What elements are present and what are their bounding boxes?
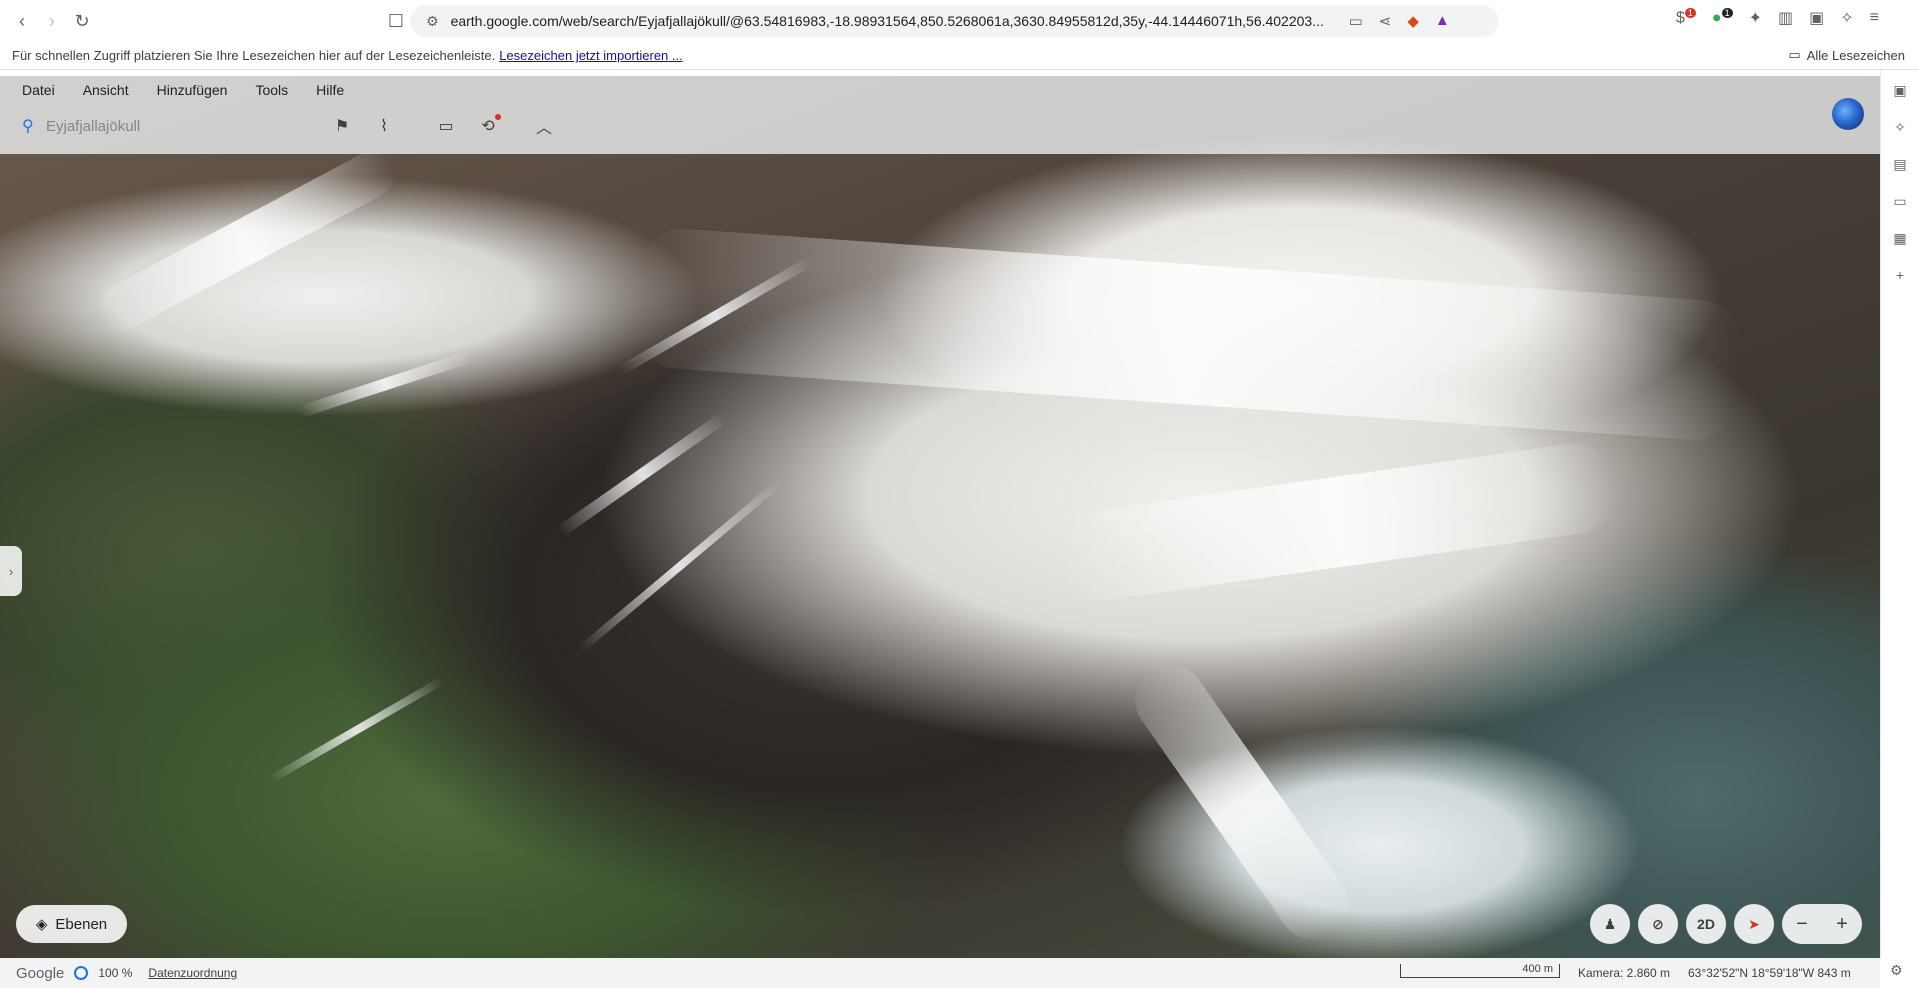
- layers-button[interactable]: ◈ Ebenen: [16, 905, 127, 943]
- zoom-control: − +: [1782, 904, 1862, 944]
- rewards-icon[interactable]: ▲: [1435, 12, 1450, 30]
- extension-tray: $1 ● 1 ✦ ▥ ▣ ✧ ≡: [1676, 8, 1879, 28]
- brave-shield-icon[interactable]: ◆: [1407, 12, 1419, 30]
- bookmarks-hint: Für schnellen Zugriff platzieren Sie Ihr…: [12, 48, 496, 63]
- pegman-icon[interactable]: ♟: [1590, 904, 1630, 944]
- menu-ansicht[interactable]: Ansicht: [83, 82, 129, 98]
- import-bookmarks-link[interactable]: Lesezeichen jetzt importieren ...: [499, 48, 683, 63]
- google-logo: Google: [16, 964, 65, 982]
- location-off-icon[interactable]: ⊘: [1638, 904, 1678, 944]
- reading-list-icon[interactable]: ▦: [1893, 230, 1906, 247]
- menu-datei[interactable]: Datei: [22, 82, 55, 98]
- browser-toolbar: ‹ › ↻ ☐ ⚙ earth.google.com/web/search/Ey…: [0, 0, 1919, 42]
- globe-icon[interactable]: [1832, 98, 1864, 130]
- folder-icon: ▭: [1788, 47, 1801, 62]
- snow-streak: [577, 479, 782, 654]
- chevron-up-icon[interactable]: ︿: [534, 116, 554, 137]
- forward-icon[interactable]: ›: [38, 7, 66, 35]
- bookmarks-bar: Für schnellen Zugriff platzieren Sie Ihr…: [0, 42, 1919, 70]
- snow-streak: [556, 412, 728, 537]
- extension-badge-1[interactable]: $1: [1676, 8, 1696, 27]
- load-percent: 100 %: [98, 966, 133, 980]
- url-text[interactable]: earth.google.com/web/search/Eyjafjallajö…: [451, 13, 1331, 29]
- search-row: ⚲ ⚑ ⌇ ▭ ⟲ ︿: [22, 112, 1462, 140]
- path-icon[interactable]: ⌇: [374, 116, 394, 136]
- layers-label: Ebenen: [55, 915, 108, 933]
- snow-streak: [1121, 650, 1363, 954]
- scale-label: 400 m: [1522, 963, 1553, 975]
- leo-icon[interactable]: ✧: [1894, 119, 1906, 136]
- all-bookmarks-label: Alle Lesezeichen: [1806, 47, 1905, 63]
- browser-side-panel: ▣ ✧ ▤ ▭ ▦ +: [1880, 70, 1919, 958]
- notification-dot: [495, 114, 501, 120]
- snow-streak: [635, 226, 1743, 443]
- ruler-icon[interactable]: ▭: [436, 116, 456, 136]
- scale-bar: 400 m: [1400, 964, 1560, 978]
- camera-altitude: Kamera: 2.860 m: [1578, 966, 1671, 980]
- settings-icon[interactable]: ⚙: [1890, 962, 1903, 979]
- search-icon[interactable]: ⚲: [22, 116, 46, 136]
- cast-icon[interactable]: ▭: [1349, 12, 1363, 30]
- all-bookmarks-button[interactable]: ▭ Alle Lesezeichen: [1788, 47, 1905, 63]
- menu-hilfe[interactable]: Hilfe: [316, 82, 344, 98]
- bookmarks-icon[interactable]: ▤: [1893, 156, 1906, 173]
- status-bar: Google 100 % Datenzuordnung 400 m Kamera…: [0, 958, 1880, 988]
- badge-count: 1: [1684, 8, 1696, 19]
- loading-icon: [74, 966, 89, 980]
- data-attribution-link[interactable]: Datenzuordnung: [148, 966, 237, 980]
- site-info-icon[interactable]: ⚙: [426, 13, 439, 30]
- compass-icon[interactable]: ➤: [1734, 904, 1774, 944]
- snow-streak: [298, 350, 474, 418]
- wallet-icon[interactable]: ▣: [1893, 82, 1906, 99]
- chevron-right-icon[interactable]: ›: [0, 546, 22, 596]
- earth-menu-bar: Datei Ansicht Hinzufügen Tools Hilfe: [22, 82, 344, 98]
- bookmark-star-icon[interactable]: ☐: [382, 7, 410, 35]
- badge-count: 1: [1721, 8, 1733, 19]
- map-controls: ♟ ⊘ 2D ➤ − +: [1590, 904, 1862, 944]
- share-icon[interactable]: ⋖: [1379, 12, 1392, 30]
- reload-icon[interactable]: ↻: [68, 7, 96, 35]
- menu-icon[interactable]: ≡: [1870, 9, 1879, 27]
- media-icon[interactable]: ▭: [1893, 193, 1906, 210]
- extension-badge-2[interactable]: ● 1: [1712, 8, 1733, 27]
- snow-streak: [89, 143, 403, 340]
- layers-icon: ◈: [35, 916, 48, 933]
- snow-streak: [1053, 438, 1621, 606]
- search-input[interactable]: [46, 117, 316, 135]
- toggle-2d-button[interactable]: 2D: [1686, 904, 1726, 944]
- leo-icon[interactable]: ✧: [1840, 8, 1853, 28]
- sidebar-icon[interactable]: ▥: [1778, 8, 1793, 28]
- earth-tools: ⚑ ⌇ ▭ ⟲ ︿: [332, 114, 554, 137]
- coordinates-readout: 63°32'52"N 18°59'18"W 843 m: [1688, 966, 1851, 980]
- zoom-out-button[interactable]: −: [1796, 913, 1808, 936]
- history-icon[interactable]: ⟲: [478, 114, 501, 136]
- menu-hinzufuegen[interactable]: Hinzufügen: [157, 82, 228, 98]
- map-canvas[interactable]: [0, 76, 1880, 958]
- back-icon[interactable]: ‹: [8, 7, 36, 35]
- extension-icon[interactable]: ✦: [1749, 8, 1762, 28]
- zoom-in-button[interactable]: +: [1836, 913, 1848, 936]
- snow-streak: [268, 676, 446, 784]
- placemark-icon[interactable]: ⚑: [332, 116, 352, 136]
- address-bar[interactable]: ⚙ earth.google.com/web/search/Eyjafjalla…: [410, 5, 1498, 37]
- add-icon[interactable]: +: [1896, 267, 1904, 283]
- menu-tools[interactable]: Tools: [255, 82, 288, 98]
- wallet-icon[interactable]: ▣: [1809, 8, 1824, 28]
